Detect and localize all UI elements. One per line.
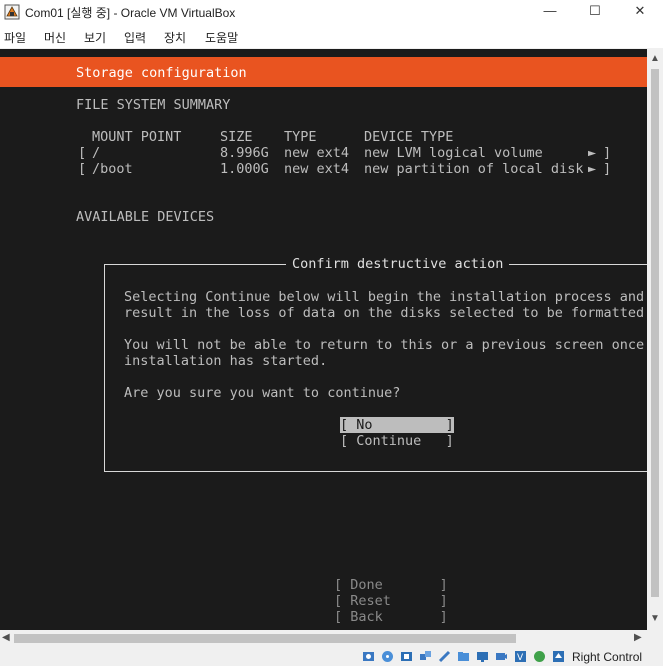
host-key-label: Right Control [572,650,643,664]
dialog-text-line-3: You will not be able to return to this o… [124,337,647,353]
continue-button[interactable]: [ Continue ] [340,433,454,449]
row-close-bracket: ] [603,161,612,177]
dialog-title: Confirm destructive action [286,256,510,272]
dialog-text-line-4: installation has started. [124,353,328,369]
row-mount: /boot [92,161,133,177]
host-key-arrow-icon[interactable] [552,650,565,663]
scroll-left-icon[interactable]: ◀ [2,632,10,643]
virtualbox-icon [4,4,20,20]
menu-bar: 파일 머신 보기 입력 장치 도움말 [0,24,663,48]
row-close-bracket: ] [603,145,612,161]
row-device: new LVM logical volume [364,145,543,161]
vertical-scrollbar[interactable]: ▲ ▼ [647,49,663,630]
virtualization-icon[interactable]: V [514,650,527,663]
menu-devices[interactable]: 장치 [164,29,186,46]
menu-view[interactable]: 보기 [84,29,106,46]
guest-additions-icon[interactable] [533,650,546,663]
available-devices-heading: AVAILABLE DEVICES [76,209,215,225]
no-button[interactable]: [ No ] [340,417,454,433]
col-device-type: DEVICE TYPE [364,129,454,145]
row-arrow-icon: ► [588,161,597,177]
horizontal-scrollbar[interactable]: ◀ ▶ [0,630,647,647]
dialog-text-line-2: result in the loss of data on the disks … [124,305,647,321]
row-size: 8.996G [220,145,269,161]
done-button[interactable]: [ Done ] [334,577,448,593]
usb-icon[interactable] [438,650,451,663]
shared-folders-icon[interactable] [457,650,470,663]
audio-icon[interactable] [400,650,413,663]
row-mount: / [92,145,101,161]
title-bar: Com01 [실행 중] - Oracle VM VirtualBox — ☐ … [0,0,663,24]
optical-drive-icon[interactable] [381,650,394,663]
menu-input[interactable]: 입력 [124,29,146,46]
video-capture-icon[interactable] [495,650,508,663]
col-size: SIZE [220,129,253,145]
row-open-bracket: [ [78,161,87,177]
minimize-button[interactable]: — [528,0,572,24]
row-type: new ext4 [284,161,350,177]
dialog-text-line-1: Selecting Continue below will begin the … [124,289,645,305]
scroll-up-icon[interactable]: ▲ [650,53,660,64]
fs-summary-heading: FILE SYSTEM SUMMARY [76,97,231,113]
hard-disk-icon[interactable] [362,650,375,663]
row-size: 1.000G [220,161,269,177]
display-icon[interactable] [476,650,489,663]
menu-file[interactable]: 파일 [4,29,26,46]
svg-text:V: V [517,653,524,663]
network-icon[interactable] [419,650,432,663]
reset-button[interactable]: [ Reset ] [334,593,448,609]
row-open-bracket: [ [78,145,87,161]
back-button[interactable]: [ Back ] [334,609,448,625]
horizontal-scroll-thumb[interactable] [14,634,516,643]
row-type: new ext4 [284,145,350,161]
status-bar: V Right Control [0,647,663,666]
scroll-down-icon[interactable]: ▼ [650,613,660,624]
vertical-scroll-thumb[interactable] [651,69,659,597]
col-mount-point: MOUNT POINT [92,129,182,145]
menu-help[interactable]: 도움말 [205,29,238,46]
vm-screen[interactable]: Storage configuration FILE SYSTEM SUMMAR… [0,49,647,630]
row-arrow-icon: ► [588,145,597,161]
window-title: Com01 [실행 중] - Oracle VM VirtualBox [25,6,236,20]
installer-title: Storage configuration [76,65,247,81]
menu-machine[interactable]: 머신 [44,29,66,46]
maximize-button[interactable]: ☐ [573,0,617,24]
row-device: new partition of local disk [364,161,584,177]
col-type: TYPE [284,129,317,145]
dialog-question: Are you sure you want to continue? [124,385,401,401]
scroll-right-icon[interactable]: ▶ [634,632,642,643]
close-button[interactable]: ✕ [618,0,662,24]
